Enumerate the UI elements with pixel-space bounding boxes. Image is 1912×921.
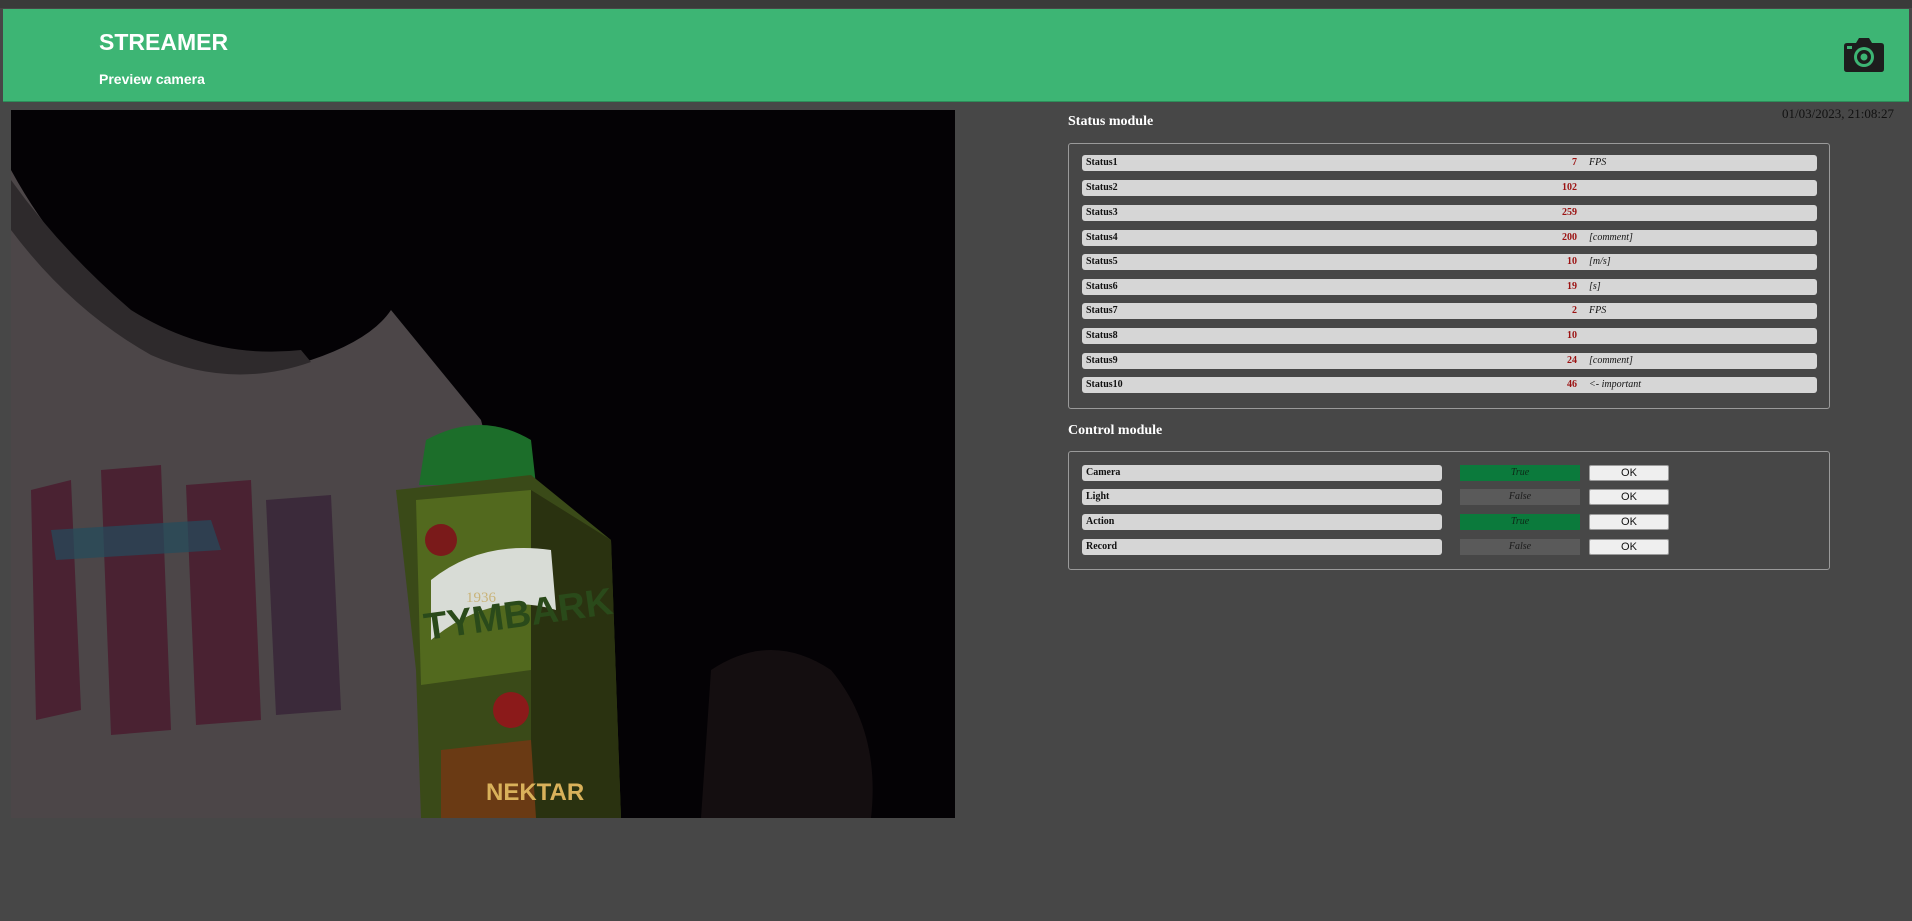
status-value: 7 xyxy=(1572,157,1577,168)
status-name: Status2 xyxy=(1086,182,1118,193)
status-name: Status8 xyxy=(1086,330,1118,341)
control-state: True xyxy=(1460,514,1580,530)
status-value: 259 xyxy=(1562,207,1577,218)
app-subtitle: Preview camera xyxy=(99,71,205,87)
status-unit: [s] xyxy=(1589,281,1601,292)
control-name: Record xyxy=(1082,539,1442,555)
control-state: False xyxy=(1460,539,1580,555)
control-name: Camera xyxy=(1082,465,1442,481)
camera-preview: TYMBARK 1936 NEKTAR xyxy=(11,110,955,818)
app-header: STREAMER Preview camera xyxy=(3,9,1909,102)
control-module-title: Control module xyxy=(1068,423,1163,438)
status-value: 24 xyxy=(1567,355,1577,366)
app-title: STREAMER xyxy=(99,29,229,55)
status-unit: [m/s] xyxy=(1589,256,1611,267)
status-value: 200 xyxy=(1562,232,1577,243)
record-ok-button[interactable]: OK xyxy=(1589,539,1669,555)
status-row: Status4 200 [comment] xyxy=(1082,230,1817,246)
status-name: Status1 xyxy=(1086,157,1118,168)
product-year-text: 1936 xyxy=(466,590,497,606)
control-name: Light xyxy=(1082,489,1442,505)
status-unit: [comment] xyxy=(1589,232,1633,243)
status-name: Status9 xyxy=(1086,355,1118,366)
top-border xyxy=(0,0,1912,8)
status-panel: Status1 7 FPS Status2 102 Status3 259 St… xyxy=(1068,143,1830,409)
status-value: 19 xyxy=(1567,281,1577,292)
status-name: Status10 xyxy=(1086,379,1123,390)
status-value: 10 xyxy=(1567,256,1577,267)
camera-ok-button[interactable]: OK xyxy=(1589,465,1669,481)
status-name: Status7 xyxy=(1086,305,1118,316)
status-row: Status8 10 xyxy=(1082,328,1817,344)
status-unit: FPS xyxy=(1589,305,1607,316)
control-panel: Camera True OK Light False OK Action Tru… xyxy=(1068,451,1830,570)
datetime-display: 01/03/2023, 21:08:27 xyxy=(1782,106,1894,121)
status-name: Status6 xyxy=(1086,281,1118,292)
status-row: Status10 46 <- important xyxy=(1082,377,1817,393)
control-state: True xyxy=(1460,465,1580,481)
status-unit: FPS xyxy=(1589,157,1607,168)
status-name: Status3 xyxy=(1086,207,1118,218)
status-value: 2 xyxy=(1572,305,1577,316)
status-row: Status5 10 [m/s] xyxy=(1082,254,1817,270)
status-name: Status4 xyxy=(1086,232,1118,243)
status-row: Status6 19 [s] xyxy=(1082,279,1817,295)
status-row: Status7 2 FPS xyxy=(1082,303,1817,319)
product-type-text: NEKTAR xyxy=(486,779,584,806)
status-name: Status5 xyxy=(1086,256,1118,267)
status-row: Status9 24 [comment] xyxy=(1082,353,1817,369)
status-unit: [comment] xyxy=(1589,355,1633,366)
status-row: Status3 259 xyxy=(1082,205,1817,221)
action-ok-button[interactable]: OK xyxy=(1589,514,1669,530)
status-unit: <- important xyxy=(1589,379,1642,390)
control-state: False xyxy=(1460,489,1580,505)
light-ok-button[interactable]: OK xyxy=(1589,489,1669,505)
camera-icon[interactable] xyxy=(1843,37,1885,73)
status-row: Status1 7 FPS xyxy=(1082,155,1817,171)
status-value: 46 xyxy=(1567,379,1577,390)
status-value: 10 xyxy=(1567,330,1577,341)
status-row: Status2 102 xyxy=(1082,180,1817,196)
camera-frame: TYMBARK 1936 NEKTAR xyxy=(11,110,955,818)
status-value: 102 xyxy=(1562,182,1577,193)
control-name: Action xyxy=(1082,514,1442,530)
status-module-title: Status module xyxy=(1068,114,1154,129)
